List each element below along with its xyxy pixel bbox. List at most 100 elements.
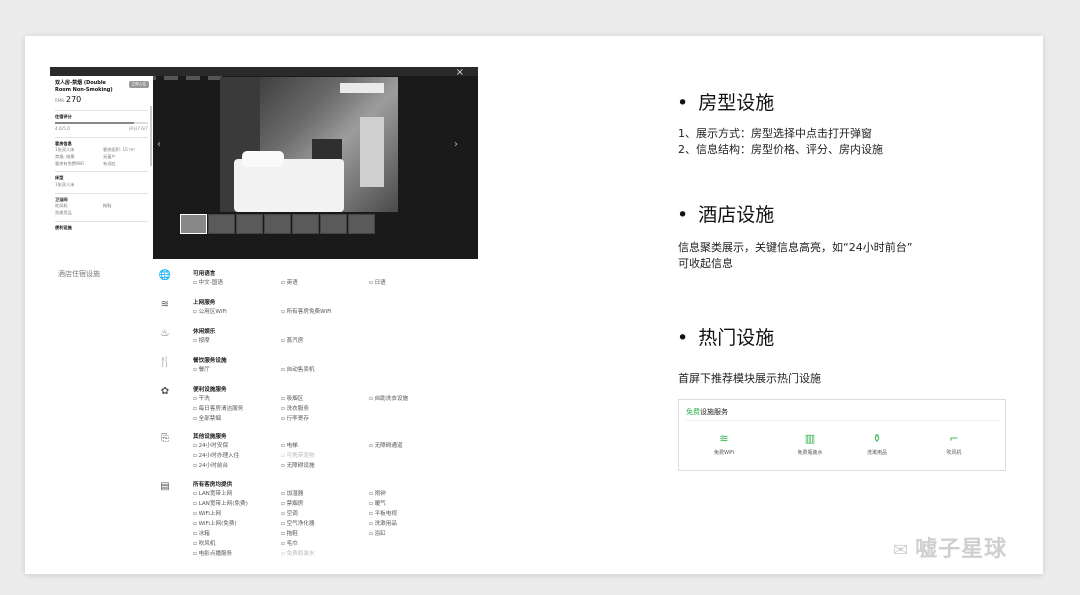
room-info-panel: 双人房-禁烟 (Double Room Non-Smoking) 立即入住 RM… [50,76,153,259]
bath-item: 拖鞋 [103,203,112,209]
facility-item: ▫ 禁烟房 [281,501,304,507]
section-title-popular: 热门设施 [677,323,774,350]
popular-facility-label: 洗漱用品 [866,450,887,456]
facility-item: ▫ 浴缸 [369,531,386,537]
bath-item: 洗漱用品 [55,210,72,216]
facility-item: ▫ 所有客房免费WiFi [281,309,332,315]
facility-item: ▫ 免费瓶装水 [281,551,315,557]
room-facility-item: 禁烟, 城景 [55,153,75,159]
thumbnail[interactable] [320,214,347,234]
facility-item: ▫ 电影点播服务 [193,551,233,557]
rating-section: 住宿评分 4.6/5.0 评分7.6/7 [55,110,148,131]
facility-item: ▫ 自助洗衣设施 [369,396,409,402]
facility-item: ▫ 无障碍通道 [369,443,403,449]
thumbnail[interactable] [292,214,319,234]
room-facility-item: 客房有免费WiFi [55,160,85,166]
facility-group-title: 便利设施服务 [193,387,227,393]
section-desc-room: 1、展示方式：房型选择中点击打开弹窗 2、信息结构：房型价格、评分、房内设施 [678,127,883,156]
thumbnail[interactable] [264,214,291,234]
facility-item: ▫ 拖鞋 [281,531,298,537]
facility-item: ▫ 全部禁烟 [193,416,221,422]
facility-item: ▫ 闹钟 [369,491,386,497]
facility-item: ▫ 按摩 [193,338,210,344]
wifi-icon: ≋ [719,432,729,445]
popular-facility-label: 免费瓶装水 [797,450,823,456]
section-title-room: 房型设施 [677,88,774,115]
facility-item: ▫ 吸烟区 [281,396,304,402]
more-section: 便利设施 [55,220,148,231]
facility-item: ▫ 中文-国语 [193,280,223,286]
facility-item: ▫ LAN宽带上网 [193,491,233,497]
facility-item: ▫ 吹风机 [193,541,216,547]
popular-facility-item: ▥ 免费瓶装水 [780,432,840,456]
thumbnail[interactable] [180,214,207,234]
facility-item: ▫ 干洗 [193,396,210,402]
facility-group-title: 休闲娱乐 [193,329,216,335]
other-icon: ⎘ [161,433,169,444]
card-title: 免费设施服务 [686,408,728,416]
facility-item: ▫ 自动售卖机 [281,367,315,373]
panel-scrollbar[interactable] [150,106,152,166]
facility-section: 客房信息 1张双人床 客房面积: 15 m² 禁烟, 城景 无窗户 客房有免费WiFi 有… [55,136,148,167]
photo-thumbnails [180,214,375,234]
rating-bar [55,121,148,124]
facility-item: ▫ 可携带宠物 [281,453,315,459]
facility-group-title: 餐饮服务设施 [193,358,227,364]
watermark: ✉ 嘘子星球 [893,537,1008,562]
prev-arrow-icon[interactable]: ‹ [157,139,161,150]
room-title: 双人房-禁烟 (Double Room Non-Smoking) [55,80,113,93]
facility-item [369,461,457,469]
section-desc-popular: 首屏下推荐模块展示热门设施 [678,372,821,385]
facility-item: ▫ 加湿器 [281,491,304,497]
facility-section-label: 酒店住宿设施 [58,270,100,278]
room-icon: ▤ [160,481,170,492]
popular-facility-label: 免费WiFi [713,450,735,456]
popular-facilities-card: 免费设施服务 ≋ 免费WiFi ▥ 免费瓶装水 ⚱ 洗漱用品 ⌐ 吹风机 [678,399,1006,471]
thumbnail[interactable] [348,214,375,234]
dining-icon: 🍴 [158,357,172,368]
room-facility-item: 无窗户 [103,153,116,159]
facility-item: ▫ 空气净化器 [281,521,315,527]
facility-item: ▫ 英语 [281,280,298,286]
toiletries-icon: ⚱ [872,432,882,445]
close-icon[interactable]: × [456,67,464,78]
facility-item: ▫ 冰箱 [193,531,210,537]
facility-item [369,549,457,557]
facility-item: ▫ 洗衣服务 [281,406,309,412]
bath-item: 吹风机 [55,203,68,209]
popular-facility-item: ⚱ 洗漱用品 [847,432,907,456]
facility-item: ▫ WiFi上网 [193,511,222,517]
thumbnail[interactable] [236,214,263,234]
facility-item: ▫ 行李寄存 [281,416,309,422]
room-facility-item: 客房面积: 15 m² [103,147,135,153]
wifi-icon: ≋ [160,299,170,310]
room-price: RMB 270 [55,94,82,104]
leisure-icon: ♨ [160,328,170,339]
water-bottle-icon: ▥ [804,432,816,445]
facility-item: ▫ 公用区WiFi [193,309,227,315]
room-photo [220,77,398,212]
facility-item: ▫ 24小时安保 [193,443,229,449]
next-arrow-icon[interactable]: › [454,139,458,150]
room-tag[interactable]: 立即入住 [128,81,149,88]
rating-value: 4.6/5.0 [55,125,70,131]
thumbnail[interactable] [208,214,235,234]
facility-item [369,414,457,422]
facility-item: ▫ 24小时办理入住 [193,453,240,459]
browser-top-strip [50,67,478,80]
facility-group-title: 上网服务 [193,300,216,306]
section-desc-hotel: 信息聚类展示，关键信息高亮，如“24小时前台” 可收起信息 [678,241,913,270]
facility-item: ▫ 日语 [369,280,386,286]
facility-item: ▫ 蒸汽房 [281,338,304,344]
facility-item: ▫ 暖气 [369,501,386,507]
popular-facility-item: ≋ 免费WiFi [694,432,754,456]
popular-facility-label: 吹风机 [946,450,962,456]
facility-item: ▫ 平板电视 [369,511,397,517]
wechat-icon: ✉ [893,540,910,561]
facility-group-title: 所有客房均提供 [193,482,233,488]
room-facility-item: 1张双人床 [55,147,75,153]
facility-item: ▫ WiFi上网(免费) [193,521,237,527]
facility-item: ▫ 每日客房清洁服务 [193,406,244,412]
facility-group-title: 可用语言 [193,271,216,277]
service-icon: ✿ [160,386,170,397]
